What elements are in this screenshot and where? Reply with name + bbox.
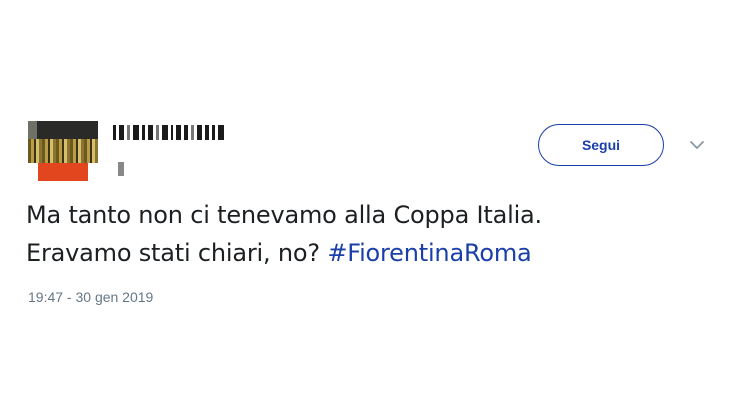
avatar-block: [28, 121, 37, 139]
tweet-timestamp[interactable]: 19:47 - 30 gen 2019: [28, 289, 153, 305]
chevron-down-icon[interactable]: [689, 139, 705, 151]
tweet-text-line: Eravamo stati chiari, no? #FiorentinaRom…: [26, 234, 716, 272]
follow-button[interactable]: Segui: [538, 124, 664, 166]
avatar-block: [28, 139, 98, 163]
tweet-text-segment: Eravamo stati chiari, no?: [26, 239, 328, 267]
tweet-card: Segui Ma tanto non ci tenevamo alla Copp…: [0, 0, 736, 409]
censored-handle[interactable]: [118, 162, 124, 176]
censored-display-name[interactable]: [113, 125, 224, 140]
tweet-text: Ma tanto non ci tenevamo alla Coppa Ital…: [26, 196, 716, 272]
avatar[interactable]: [28, 121, 98, 181]
tweet-text-line: Ma tanto non ci tenevamo alla Coppa Ital…: [26, 201, 542, 229]
avatar-block: [28, 121, 98, 139]
hashtag-link[interactable]: #FiorentinaRoma: [327, 239, 531, 267]
avatar-block: [38, 163, 88, 181]
